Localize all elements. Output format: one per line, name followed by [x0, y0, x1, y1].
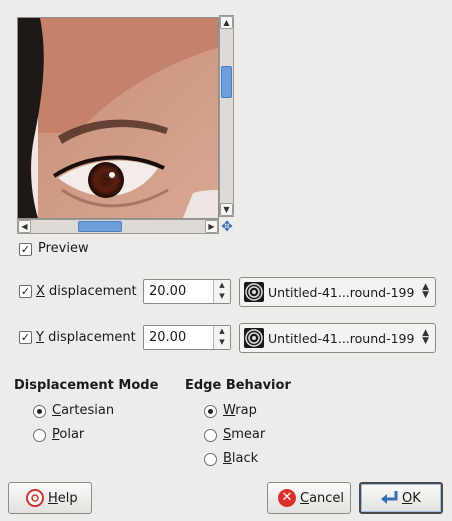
black-label[interactable]: Black: [223, 451, 258, 466]
smear-radio[interactable]: [204, 429, 217, 442]
scroll-right-button[interactable]: ▶: [205, 220, 218, 233]
preview-image[interactable]: [17, 17, 219, 219]
help-label: Help: [48, 491, 78, 506]
cartesian-radio[interactable]: [33, 405, 46, 418]
y-displacement-checkbox[interactable]: ✓: [19, 331, 32, 344]
y-displacement-stepper[interactable]: ▲ ▼: [213, 326, 230, 349]
help-lifebuoy-icon: [26, 489, 44, 507]
y-displacement-map-combo[interactable]: Untitled-41...round-199 ▲ ▼: [239, 323, 436, 353]
polar-radio[interactable]: [33, 429, 46, 442]
wrap-label[interactable]: Wrap: [223, 403, 257, 418]
preview-horizontal-scrollbar[interactable]: ◀ ▶: [17, 219, 219, 234]
scroll-left-button[interactable]: ◀: [18, 220, 31, 233]
x-displacement-map-combo[interactable]: Untitled-41...round-199 ▲ ▼: [239, 277, 436, 307]
preview-label: Preview: [38, 241, 89, 256]
ok-button[interactable]: OK: [359, 482, 443, 514]
combo-arrows-icon: ▲ ▼: [422, 282, 429, 300]
smear-label[interactable]: Smear: [223, 427, 265, 442]
cancel-icon: ✕: [278, 489, 296, 507]
polar-label[interactable]: Polar: [52, 427, 84, 442]
cartesian-label[interactable]: Cartesian: [52, 403, 114, 418]
x-displacement-stepper[interactable]: ▲ ▼: [213, 280, 230, 303]
y-displacement-map-name: Untitled-41...round-199: [268, 331, 415, 346]
drawable-thumbnail-icon: [244, 282, 264, 302]
ok-return-icon: [379, 488, 401, 508]
preview-checkbox[interactable]: ✓: [19, 243, 32, 256]
drawable-thumbnail-icon: [244, 328, 264, 348]
horizontal-scroll-thumb[interactable]: [78, 221, 122, 232]
help-button[interactable]: Help: [8, 482, 92, 514]
displacement-mode-title: Displacement Mode: [14, 378, 159, 393]
navigate-move-icon[interactable]: ✥: [220, 220, 234, 234]
cancel-button[interactable]: ✕ Cancel: [267, 482, 351, 514]
preview-vertical-scrollbar[interactable]: ▲ ▼: [219, 15, 234, 217]
y-displacement-spinbutton[interactable]: 20.00 ▲ ▼: [143, 325, 231, 350]
y-displacement-value[interactable]: 20.00: [149, 330, 186, 345]
ok-label: OK: [402, 491, 421, 506]
x-displacement-map-name: Untitled-41...round-199: [268, 285, 415, 300]
y-displacement-label: Y displacement: [36, 330, 136, 345]
scroll-down-button[interactable]: ▼: [220, 203, 233, 216]
black-radio[interactable]: [204, 453, 217, 466]
x-displacement-checkbox[interactable]: ✓: [19, 285, 32, 298]
x-displacement-spinbutton[interactable]: 20.00 ▲ ▼: [143, 279, 231, 304]
edge-behavior-title: Edge Behavior: [185, 378, 291, 393]
face-preview-image: [18, 18, 218, 218]
combo-arrows-icon: ▲ ▼: [422, 328, 429, 346]
vertical-scroll-thumb[interactable]: [221, 66, 232, 98]
x-displacement-value[interactable]: 20.00: [149, 284, 186, 299]
x-displacement-label: X displacement: [36, 284, 137, 299]
cancel-label: Cancel: [300, 491, 345, 506]
wrap-radio[interactable]: [204, 405, 217, 418]
scroll-up-button[interactable]: ▲: [220, 16, 233, 29]
